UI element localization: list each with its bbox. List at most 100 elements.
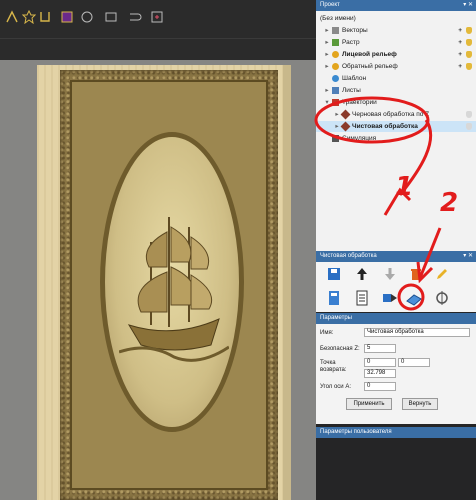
- tree-root-label: (Без имени): [320, 15, 356, 22]
- tree-item-vectors[interactable]: ▸ Векторы +: [316, 25, 476, 36]
- tree-item-sheets[interactable]: ▸ Листы: [316, 85, 476, 96]
- relief-star-icon: [332, 51, 339, 58]
- add-icon[interactable]: +: [458, 61, 462, 72]
- tree-item-rough-z[interactable]: ▸ Черновая обработка по Z: [316, 109, 476, 120]
- tree-item-front-relief[interactable]: ▸ Лицевой рельеф +: [316, 49, 476, 60]
- tree-root[interactable]: (Без имени): [316, 13, 476, 24]
- name-label: Имя:: [320, 330, 334, 336]
- vectors-icon: [332, 27, 339, 34]
- add-icon[interactable]: +: [458, 37, 462, 48]
- project-title-text: Проект: [320, 2, 340, 8]
- edit-pencil-icon[interactable]: [434, 266, 450, 282]
- toolpath-icon: [340, 109, 351, 120]
- tree-item-label: Траектории: [342, 99, 377, 106]
- params-title-text: Параметры: [320, 315, 352, 321]
- template-star-icon: [332, 75, 339, 82]
- relief-tooth-icon: [466, 63, 472, 70]
- tree-item-label: Шаблон: [342, 75, 367, 82]
- tree-item-label: Растр: [342, 39, 360, 46]
- tool-panel-title-text: Чистовая обработка: [320, 253, 377, 259]
- user-params-panel-title[interactable]: Параметры пользователя: [316, 427, 476, 438]
- add-icon[interactable]: +: [458, 49, 462, 60]
- toolpath-icon: [340, 121, 351, 132]
- ellipse-tool-icon[interactable]: [80, 10, 94, 24]
- simulation-icon: [332, 135, 339, 142]
- relief-tooth-icon: [466, 39, 472, 46]
- tool-panel-title: Чистовая обработка ▾ ✕: [316, 251, 476, 262]
- right-dock: Проект ▾ ✕ (Без имени) ▸ Векторы + ▸ Рас…: [316, 0, 476, 500]
- shape-icon[interactable]: [38, 10, 52, 24]
- tree-item-toolpaths[interactable]: ▾ Траектории: [316, 97, 476, 108]
- ship-relief-icon: [119, 217, 229, 362]
- tree-item-back-relief[interactable]: ▸ Обратный рельеф +: [316, 61, 476, 72]
- expand-arrow-icon[interactable]: ▸: [334, 109, 340, 120]
- node-edit-icon[interactable]: [5, 10, 19, 24]
- safe-z-label: Безопасная Z:: [320, 346, 360, 352]
- apply-button[interactable]: Применить: [346, 398, 392, 410]
- expand-arrow-icon[interactable]: ▸: [324, 49, 330, 60]
- relief-frame: [70, 80, 268, 490]
- carved-relief-panel: [60, 70, 278, 500]
- arc-tool-icon[interactable]: [128, 10, 142, 24]
- delete-icon[interactable]: [408, 266, 424, 282]
- move-down-icon[interactable]: [382, 266, 398, 282]
- tree-item-label: Чистовая обработка: [352, 123, 418, 130]
- calculator-icon[interactable]: [326, 290, 342, 306]
- rotate-axis-icon[interactable]: [434, 290, 450, 306]
- tree-item-finishing[interactable]: ▸ Чистовая обработка: [316, 121, 476, 132]
- relief-star-icon: [332, 63, 339, 70]
- return-x-field[interactable]: 0: [364, 358, 396, 367]
- user-params-title-text: Параметры пользователя: [320, 429, 392, 435]
- user-params-panel: [316, 438, 476, 500]
- 3d-viewport[interactable]: [0, 60, 316, 500]
- revert-button[interactable]: Вернуть: [402, 398, 438, 410]
- expand-arrow-icon[interactable]: ▸: [324, 37, 330, 48]
- expand-arrow-icon[interactable]: ▸: [324, 25, 330, 36]
- tooth-icon: [466, 111, 472, 118]
- expand-arrow-icon[interactable]: ▸: [334, 121, 340, 132]
- toolpaths-icon: [332, 99, 339, 106]
- tree-item-raster[interactable]: ▸ Растр +: [316, 37, 476, 48]
- transform-tool-icon[interactable]: [150, 10, 164, 24]
- expand-arrow-icon[interactable]: ▸: [324, 85, 330, 96]
- return-point-label: Точка возврата:: [320, 360, 347, 373]
- annotation-number-1: 1: [395, 172, 414, 202]
- panel-pin-close-buttons[interactable]: ▾ ✕: [463, 251, 473, 262]
- workpiece-edge: [283, 65, 291, 500]
- safe-z-field[interactable]: 5: [364, 344, 396, 353]
- add-icon[interactable]: +: [458, 25, 462, 36]
- simulate-play-icon[interactable]: [382, 290, 398, 306]
- select-frame-icon[interactable]: [60, 10, 74, 24]
- star-icon[interactable]: [22, 10, 36, 24]
- tree-item-label: Лицевой рельеф: [342, 51, 397, 58]
- tree-item-label: Черновая обработка по Z: [352, 111, 430, 118]
- tree-item-label: Листы: [342, 87, 361, 94]
- tree-item-label: Обратный рельеф: [342, 63, 398, 70]
- toolpath-tools: [316, 262, 476, 312]
- tree-item-label: Векторы: [342, 27, 368, 34]
- move-up-icon[interactable]: [354, 266, 370, 282]
- save-toolpath-icon[interactable]: [326, 266, 342, 282]
- params-panel-title[interactable]: Параметры: [316, 313, 476, 324]
- a-axis-angle-label: Угол оси A:: [320, 384, 351, 390]
- rectangle-tool-icon[interactable]: [104, 10, 118, 24]
- tree-item-label: Симуляция: [342, 135, 377, 142]
- document-icon[interactable]: [354, 290, 370, 306]
- a-axis-angle-field[interactable]: 0: [364, 382, 396, 391]
- return-y-field[interactable]: 0: [398, 358, 430, 367]
- name-field[interactable]: Чистовая обработка: [364, 328, 470, 337]
- expand-arrow-icon[interactable]: ▸: [324, 61, 330, 72]
- return-z-field[interactable]: 32.798: [364, 369, 396, 378]
- tooth-icon: [466, 123, 472, 130]
- annotation-number-2: 2: [440, 188, 459, 218]
- relief-tooth-icon: [466, 27, 472, 34]
- collapse-arrow-icon[interactable]: ▾: [324, 97, 330, 108]
- project-panel-title: Проект ▾ ✕: [316, 0, 476, 11]
- drawing-toolbar: [0, 0, 316, 38]
- sheets-icon: [332, 87, 339, 94]
- toolpath-visualize-icon[interactable]: [406, 290, 422, 306]
- tree-item-simulation[interactable]: Симуляция: [316, 133, 476, 144]
- tree-item-template[interactable]: Шаблон: [316, 73, 476, 84]
- raster-icon: [332, 39, 339, 46]
- panel-pin-close-buttons[interactable]: ▾ ✕: [463, 0, 473, 11]
